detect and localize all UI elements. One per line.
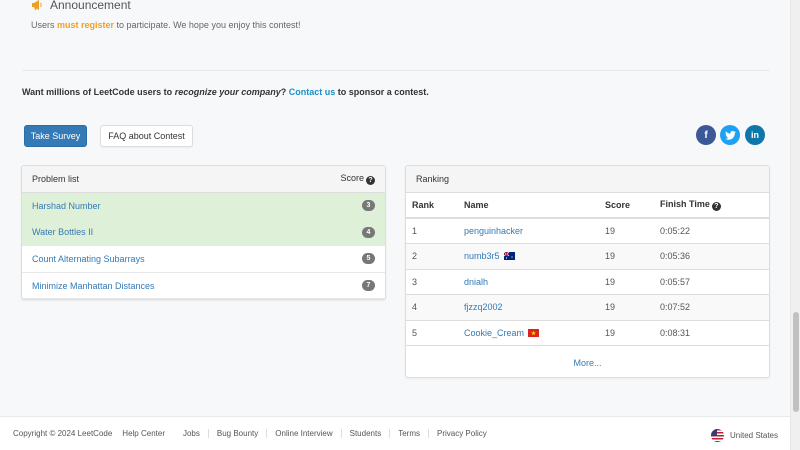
page-scrollbar[interactable] bbox=[790, 0, 800, 450]
finish-time-cell: 0:05:57 bbox=[654, 269, 769, 295]
problem-link[interactable]: Water Bottles II bbox=[32, 227, 93, 237]
rank-cell: 4 bbox=[406, 294, 458, 321]
ranking-header-row: Rank Name Score Finish Time? bbox=[406, 193, 769, 219]
problem-list-panel: Problem list Score? Harshad Number 3 Water… bbox=[21, 165, 386, 300]
australia-flag-icon bbox=[503, 252, 515, 261]
section-divider bbox=[22, 70, 770, 71]
problem-rows: Harshad Number 3 Water Bottles II 4 Count Al… bbox=[22, 193, 385, 299]
footer-links: Help Center Jobs Bug Bounty Online Intervie… bbox=[122, 429, 494, 438]
ranking-row: 2 numb3r5 19 0:05:36 bbox=[406, 243, 769, 270]
score-header: Score? bbox=[340, 173, 375, 185]
megaphone-icon bbox=[32, 0, 42, 10]
ranking-row: 5 Cookie_Cream 19 0:08:31 bbox=[406, 320, 769, 346]
problem-link[interactable]: Count Alternating Subarrays bbox=[32, 254, 145, 264]
finish-time-cell: 0:05:36 bbox=[654, 243, 769, 270]
score-cell: 19 bbox=[599, 243, 654, 270]
name-cell: numb3r5 bbox=[458, 243, 599, 270]
score-cell: 19 bbox=[599, 269, 654, 295]
question-icon[interactable]: ? bbox=[366, 176, 375, 185]
footer-link[interactable]: Privacy Policy bbox=[429, 429, 495, 438]
user-link[interactable]: numb3r5 bbox=[464, 251, 500, 261]
ranking-header: Ranking bbox=[406, 166, 769, 193]
footer-link[interactable]: Terms bbox=[390, 429, 429, 438]
ranking-row: 4 fjzzq2002 19 0:07:52 bbox=[406, 294, 769, 321]
rank-cell: 2 bbox=[406, 243, 458, 270]
rank-cell: 1 bbox=[406, 218, 458, 244]
take-survey-button[interactable]: Take Survey bbox=[24, 125, 87, 147]
twitter-icon[interactable] bbox=[720, 125, 740, 145]
name-cell: penguinhacker bbox=[458, 218, 599, 244]
ranking-row: 3 dnialh 19 0:05:57 bbox=[406, 269, 769, 295]
region-label: United States bbox=[729, 431, 778, 440]
copyright: Copyright © 2024 LeetCode bbox=[13, 429, 113, 438]
score-column-header: Score bbox=[599, 193, 654, 219]
problem-link[interactable]: Minimize Manhattan Distances bbox=[32, 281, 155, 291]
scrollbar-thumb[interactable] bbox=[793, 312, 799, 412]
announcement-text: Users must register to participate. We h… bbox=[31, 20, 301, 30]
problem-row[interactable]: Minimize Manhattan Distances 7 bbox=[22, 273, 385, 299]
score-badge: 7 bbox=[362, 280, 375, 292]
twitter-bird-icon bbox=[724, 130, 736, 140]
footer-link[interactable]: Students bbox=[342, 429, 391, 438]
name-cell: dnialh bbox=[458, 269, 599, 295]
facebook-icon[interactable]: f bbox=[696, 125, 716, 145]
contest-page: Announcement Users must register to part… bbox=[0, 0, 790, 450]
finish-time-column-header: Finish Time? bbox=[654, 193, 769, 219]
region-selector[interactable]: United States bbox=[710, 429, 778, 442]
problem-list-header: Problem list Score? bbox=[22, 166, 385, 193]
contact-us-link[interactable]: Contact us bbox=[289, 87, 336, 97]
score-badge: 4 bbox=[362, 226, 375, 238]
footer-link[interactable]: Online Interview bbox=[267, 429, 342, 438]
question-icon[interactable]: ? bbox=[711, 202, 721, 211]
name-cell: fjzzq2002 bbox=[458, 294, 599, 321]
name-cell: Cookie_Cream bbox=[458, 320, 599, 346]
sponsor-message: Want millions of LeetCode users to recog… bbox=[22, 87, 429, 97]
footer-link[interactable]: Bug Bounty bbox=[209, 429, 268, 438]
faq-button[interactable]: FAQ about Contest bbox=[100, 125, 193, 147]
problem-link[interactable]: Harshad Number bbox=[32, 201, 101, 211]
ranking-row: 1 penguinhacker 19 0:05:22 bbox=[406, 218, 769, 244]
finish-time-cell: 0:08:31 bbox=[654, 320, 769, 346]
rank-column-header: Rank bbox=[406, 193, 458, 219]
user-link[interactable]: fjzzq2002 bbox=[464, 302, 503, 312]
footer-link[interactable]: Jobs bbox=[175, 429, 209, 438]
finish-time-cell: 0:05:22 bbox=[654, 218, 769, 244]
score-cell: 19 bbox=[599, 294, 654, 321]
footer: Copyright © 2024 LeetCode Help Center Job… bbox=[0, 416, 790, 450]
user-link[interactable]: Cookie_Cream bbox=[464, 328, 524, 338]
footer-link[interactable]: Help Center bbox=[122, 429, 175, 438]
vietnam-flag-icon bbox=[528, 328, 540, 337]
more-link[interactable]: More... bbox=[406, 346, 769, 377]
ranking-panel: Ranking Rank Name Score Finish Time? 1 pe… bbox=[405, 165, 770, 378]
name-column-header: Name bbox=[458, 193, 599, 219]
score-cell: 19 bbox=[599, 320, 654, 346]
announcement-title: Announcement bbox=[50, 0, 131, 12]
ranking-rows: 1 penguinhacker 19 0:05:22 2 numb3r5 19 0:05:36… bbox=[406, 218, 769, 346]
score-badge: 5 bbox=[362, 253, 375, 265]
rank-cell: 5 bbox=[406, 320, 458, 346]
rank-cell: 3 bbox=[406, 269, 458, 295]
score-cell: 19 bbox=[599, 218, 654, 244]
problem-row[interactable]: Count Alternating Subarrays 5 bbox=[22, 246, 385, 273]
ranking-title: Ranking bbox=[416, 174, 450, 184]
problem-row[interactable]: Water Bottles II 4 bbox=[22, 219, 385, 247]
register-link[interactable]: must register bbox=[57, 20, 114, 30]
announcement-header: Announcement bbox=[31, 0, 131, 12]
user-link[interactable]: dnialh bbox=[464, 277, 488, 287]
linkedin-icon[interactable]: in bbox=[745, 125, 765, 145]
score-badge: 3 bbox=[362, 200, 375, 212]
problem-row[interactable]: Harshad Number 3 bbox=[22, 193, 385, 220]
ranking-table: Rank Name Score Finish Time? 1 penguinhac… bbox=[406, 193, 769, 346]
problem-list-title: Problem list bbox=[32, 174, 80, 184]
us-flag-icon bbox=[710, 429, 724, 442]
finish-time-cell: 0:07:52 bbox=[654, 294, 769, 321]
user-link[interactable]: penguinhacker bbox=[464, 226, 523, 236]
